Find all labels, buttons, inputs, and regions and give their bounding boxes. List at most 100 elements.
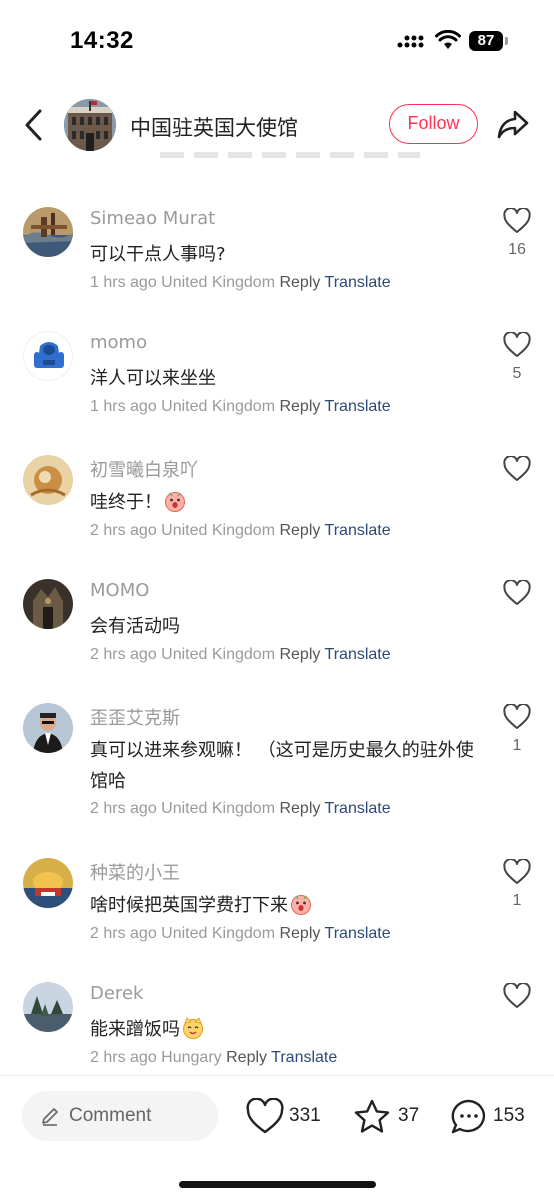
translate-button[interactable]: Translate	[325, 274, 391, 291]
reply-button[interactable]: Reply	[279, 522, 320, 539]
translate-button[interactable]: Translate	[271, 1049, 337, 1066]
like-count: 1	[512, 892, 522, 909]
comments-button[interactable]: 153	[450, 1098, 530, 1138]
comment-meta: 2 hrs ago United Kingdom Reply Translate	[90, 800, 391, 818]
cat-face-emoji	[183, 1017, 203, 1039]
back-icon[interactable]	[20, 107, 48, 143]
comment-item: 歪歪艾克斯 真可以进来参观嘛！ （这可是历史最久的驻外使馆哈 2 hrs ago…	[0, 703, 554, 833]
battery-icon: 87	[469, 31, 509, 51]
translate-button[interactable]: Translate	[325, 398, 391, 415]
heart-icon[interactable]	[503, 983, 531, 1009]
comment-meta: 2 hrs ago Hungary Reply Translate	[90, 1049, 337, 1067]
heart-icon[interactable]	[503, 332, 531, 358]
avatar[interactable]	[23, 579, 73, 629]
comment-meta: 2 hrs ago United Kingdom Reply Translate	[90, 925, 391, 943]
comment-time: 2 hrs ago	[90, 925, 157, 942]
comment-time: 1 hrs ago	[90, 274, 157, 291]
comment-text: 可以干点人事吗?	[90, 244, 226, 265]
comment-text-body: 哇终于！	[90, 492, 162, 513]
comment-meta: 1 hrs ago United Kingdom Reply Translate	[90, 398, 391, 416]
comment-location: United Kingdom	[161, 398, 276, 415]
comment-location: United Kingdom	[161, 925, 276, 942]
like-count: 5	[512, 365, 522, 382]
comment-location: Hungary	[161, 1049, 222, 1066]
account-name: 中国驻英国大使馆	[130, 116, 298, 140]
heart-icon[interactable]	[503, 208, 531, 234]
share-icon[interactable]	[496, 108, 530, 140]
comment-total: 153	[493, 1105, 525, 1126]
comment-text: 能来蹭饭吗	[90, 1014, 480, 1045]
follow-button[interactable]: Follow	[389, 104, 478, 144]
wifi-icon	[435, 30, 461, 49]
like-total: 331	[289, 1105, 321, 1126]
like-button[interactable]: 331	[245, 1098, 330, 1138]
comment-location: United Kingdom	[161, 646, 276, 663]
surprised-face-emoji	[291, 895, 311, 915]
status-time: 14:32	[70, 27, 134, 54]
comment-meta: 2 hrs ago United Kingdom Reply Translate	[90, 522, 391, 540]
collect-button[interactable]: 37	[353, 1098, 423, 1138]
comment-author[interactable]: Derek	[90, 983, 143, 1004]
comment-item: MOMO 会有活动吗 2 hrs ago United Kingdom Repl…	[0, 579, 554, 679]
avatar[interactable]	[23, 331, 73, 381]
comment-item: momo 洋人可以来坐坐 1 hrs ago United Kingdom Re…	[0, 331, 554, 431]
reply-button[interactable]: Reply	[279, 925, 320, 942]
comment-author[interactable]: momo	[90, 332, 147, 353]
comment-text-body: 能来蹭饭吗	[90, 1019, 180, 1040]
star-icon	[354, 1099, 390, 1133]
surprised-face-emoji	[165, 492, 185, 512]
heart-icon[interactable]	[503, 580, 531, 606]
comment-author[interactable]: 歪歪艾克斯	[90, 704, 180, 730]
avatar[interactable]	[23, 982, 73, 1032]
heart-icon[interactable]	[503, 859, 531, 885]
reply-button[interactable]: Reply	[279, 646, 320, 663]
comment-author[interactable]: Simeao Murat	[90, 208, 215, 229]
comment-text-body: 啥时候把英国学费打下来	[90, 895, 288, 916]
comment-input[interactable]: Comment	[22, 1091, 218, 1141]
comment-item: Simeao Murat 可以干点人事吗? 1 hrs ago United K…	[0, 207, 554, 307]
comment-text: 洋人可以来坐坐	[90, 368, 216, 389]
reply-button[interactable]: Reply	[279, 800, 320, 817]
comment-time: 2 hrs ago	[90, 800, 157, 817]
translate-button[interactable]: Translate	[325, 925, 391, 942]
account-avatar[interactable]	[64, 99, 116, 151]
comment-time: 2 hrs ago	[90, 1049, 157, 1066]
translate-button[interactable]: Translate	[325, 800, 391, 817]
comment-author[interactable]: MOMO	[90, 580, 149, 601]
comment-time: 2 hrs ago	[90, 646, 157, 663]
comment-author[interactable]: 种菜的小王	[90, 859, 180, 885]
comment-text: 啥时候把英国学费打下来	[90, 890, 480, 921]
translate-button[interactable]: Translate	[325, 646, 391, 663]
reply-button[interactable]: Reply	[279, 398, 320, 415]
comment-meta: 2 hrs ago United Kingdom Reply Translate	[90, 646, 391, 664]
comment-text: 哇终于！	[90, 487, 480, 518]
like-count: 1	[512, 737, 522, 754]
translate-button[interactable]: Translate	[325, 522, 391, 539]
comment-placeholder: Comment	[69, 1105, 152, 1126]
comment-text: 会有活动吗	[90, 616, 180, 637]
like-count: 16	[508, 241, 526, 258]
avatar[interactable]	[23, 455, 73, 505]
reply-button[interactable]: Reply	[226, 1049, 267, 1066]
heart-icon[interactable]	[503, 456, 531, 482]
signal-icon	[397, 35, 424, 48]
heart-icon[interactable]	[503, 704, 531, 730]
home-indicator[interactable]	[179, 1181, 376, 1188]
chat-icon	[451, 1099, 486, 1134]
scrolled-content-fragment	[160, 148, 420, 158]
comment-item: 初雪曦白泉吖 哇终于！ 2 hrs ago United Kingdom Rep…	[0, 455, 554, 555]
comment-time: 2 hrs ago	[90, 522, 157, 539]
heart-icon	[246, 1098, 284, 1134]
battery-level: 87	[469, 31, 503, 51]
avatar[interactable]	[23, 858, 73, 908]
comment-time: 1 hrs ago	[90, 398, 157, 415]
comment-meta: 1 hrs ago United Kingdom Reply Translate	[90, 274, 391, 292]
reply-button[interactable]: Reply	[279, 274, 320, 291]
comment-location: United Kingdom	[161, 522, 276, 539]
comment-item: Derek 能来蹭饭吗 2 hrs ago Hungary Reply Tran…	[0, 982, 554, 1074]
avatar[interactable]	[23, 703, 73, 753]
status-bar: 14:32 87	[0, 0, 554, 80]
comment-author[interactable]: 初雪曦白泉吖	[90, 456, 198, 482]
avatar[interactable]	[23, 207, 73, 257]
comment-location: United Kingdom	[161, 274, 276, 291]
